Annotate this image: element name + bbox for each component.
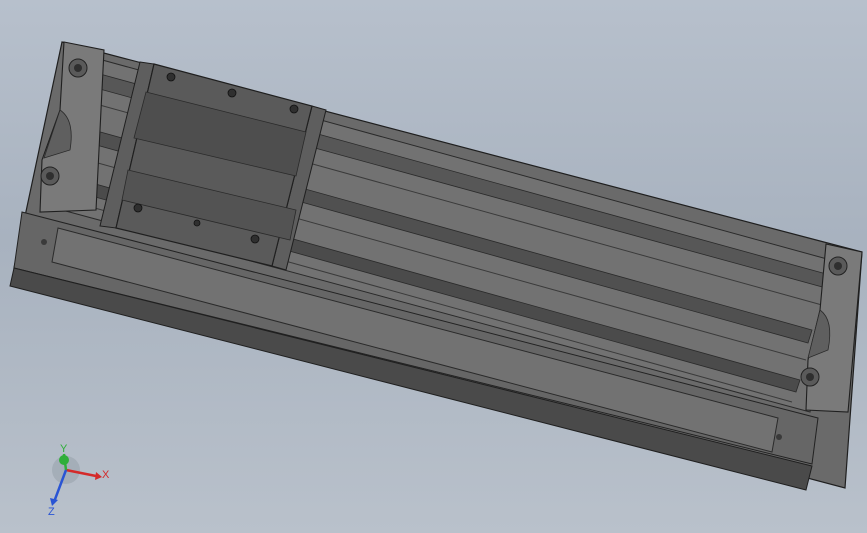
orientation-triad[interactable]: X Y Z xyxy=(40,440,120,520)
bolt-hole xyxy=(74,64,82,72)
carriage-screw xyxy=(166,72,176,82)
carriage-screw xyxy=(193,219,201,227)
carriage-screw xyxy=(250,234,260,244)
front-hole-right xyxy=(776,434,782,440)
z-axis-label: Z xyxy=(48,506,55,518)
bolt-hole xyxy=(806,373,814,381)
bolt-hole xyxy=(834,262,842,270)
carriage-screw xyxy=(289,104,299,114)
carriage-screw xyxy=(227,88,237,98)
front-hole-left xyxy=(41,239,47,245)
z-axis-arrowhead xyxy=(50,498,58,506)
bolt-hole xyxy=(46,172,54,180)
x-axis-label: X xyxy=(102,469,110,481)
linear-module-model[interactable] xyxy=(0,0,867,533)
carriage-screw xyxy=(133,203,143,213)
x-axis-arrowhead xyxy=(95,472,102,480)
y-axis-label: Y xyxy=(60,443,68,455)
graphics-viewport[interactable]: X Y Z xyxy=(0,0,867,533)
y-axis-arrowhead xyxy=(59,455,69,465)
